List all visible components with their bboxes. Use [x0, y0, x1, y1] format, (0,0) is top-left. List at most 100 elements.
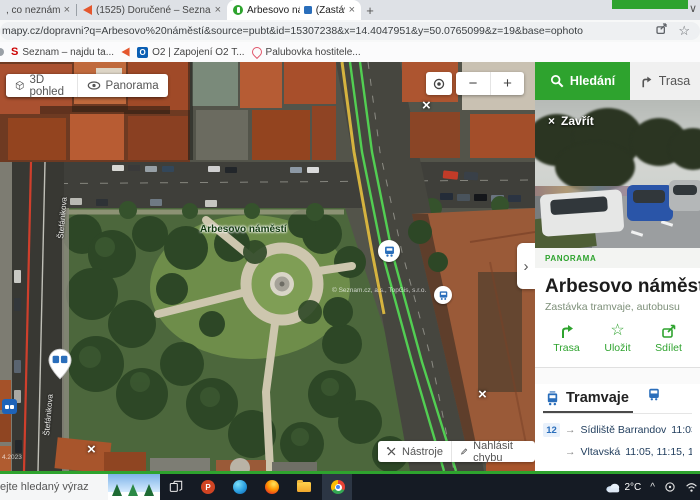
share-action-button[interactable]: Sdílet — [643, 323, 694, 354]
detail-sidebar: Hledání Trasa × Zavřít — [535, 62, 700, 471]
route-icon — [559, 323, 575, 339]
save-action-button[interactable]: ☆ Uložit — [592, 323, 643, 354]
share-icon[interactable] — [655, 22, 668, 40]
tab-2[interactable]: (1525) Doručené – Seznam Email × — [77, 0, 227, 20]
weather-temp: 2°C — [625, 482, 642, 493]
address-pill[interactable]: mapy.cz/dopravni?q=Arbesovo%20náměstí&so… — [0, 22, 700, 40]
browser-tabstrip: , co neznám × (1525) Doručené – Seznam E… — [0, 0, 700, 20]
route-tab-label: Trasa — [659, 74, 691, 88]
share-action-label: Sdílet — [655, 342, 682, 354]
tab-tramvaje[interactable]: Tramvaje — [543, 390, 633, 413]
tab-1-title: , co neznám — [6, 5, 60, 16]
screen: , co neznám × (1525) Doručené – Seznam E… — [0, 0, 700, 500]
tab-tramvaje-label: Tramvaje — [566, 390, 629, 406]
road-closure-icon: × — [422, 98, 431, 113]
action-buttons: Trasa ☆ Uložit Sdílet — [535, 313, 700, 354]
departure-times: 11:05, 11:15, 11:25 — [625, 446, 692, 458]
share-icon — [661, 323, 677, 339]
transit-section: Tramvaje 12 → Sídliště Barrandov 11:03, … — [535, 384, 700, 458]
window-accent-patch — [612, 0, 688, 9]
tram-stop-marker[interactable] — [378, 240, 400, 262]
departure-row[interactable]: → Vltavská 11:05, 11:15, 11:25 — [543, 446, 692, 458]
network-icon[interactable] — [685, 481, 698, 493]
mapy-favicon — [233, 5, 243, 15]
tab-list-chevron-icon[interactable]: ∨ — [689, 2, 697, 15]
route-tab-button[interactable]: Trasa — [630, 62, 700, 100]
selected-stop-pin[interactable] — [48, 348, 72, 380]
tray-expand-icon[interactable]: ^ — [650, 482, 655, 493]
map-tools-pill: Nástroje Nahlásit chybu — [378, 441, 535, 462]
tab-2-close-icon[interactable]: × — [215, 4, 221, 16]
aerial-imagery — [0, 62, 535, 471]
taskbar-search-box[interactable]: ejte hledaný výraz — [0, 474, 160, 500]
zoom-out-button[interactable]: − — [456, 72, 490, 95]
seznam-email-favicon — [83, 5, 92, 15]
bookmark-o2-label: O2 | Zapojení O2 T... — [152, 47, 244, 58]
edge-icon[interactable] — [232, 479, 248, 495]
powerpoint-icon[interactable]: P — [200, 479, 216, 495]
windows-taskbar: ejte hledaný výraz P 2°C — [0, 474, 700, 500]
place-title: Arbesovo náměstí — [535, 268, 700, 298]
tab-3-title-suffix: (Zastávka — [316, 5, 345, 16]
tray-app-icon[interactable] — [664, 481, 676, 493]
cloud-icon — [605, 482, 621, 493]
new-tab-button[interactable]: + — [361, 1, 379, 19]
search-tab-button[interactable]: Hledání — [535, 62, 630, 100]
bookmark-seznam-label: Seznam – najdu ta... — [22, 47, 114, 58]
transit-interchange-icon[interactable] — [2, 399, 17, 414]
zoom-in-button[interactable]: + — [490, 72, 524, 95]
panorama-preview[interactable]: × Zavřít — [535, 100, 700, 248]
tab-autobusy[interactable] — [647, 387, 661, 413]
bookmark-star-icon[interactable]: ☆ — [678, 23, 690, 39]
place-subtitle: Zastávka tramvaje, autobusu — [535, 298, 700, 313]
firefox-icon[interactable] — [264, 479, 280, 495]
sidebar-header: Hledání Trasa — [535, 62, 700, 100]
search-tab-label: Hledání — [570, 74, 615, 88]
bookmark-palubovka[interactable]: Palubovka hostitele... — [252, 47, 361, 58]
view-3d-label: 3D pohled — [29, 74, 67, 98]
system-tray: 2°C ^ — [605, 474, 700, 500]
transit-tabs: Tramvaje — [543, 384, 692, 414]
tab-1-close-icon[interactable]: × — [64, 4, 70, 16]
url-text[interactable]: mapy.cz/dopravni?q=Arbesovo%20náměstí&so… — [0, 25, 655, 37]
report-error-button[interactable]: Nahlásit chybu — [451, 441, 535, 462]
bookmark-o2[interactable]: O O2 | Zapojení O2 T... — [137, 47, 244, 58]
panorama-section-label: PANORAMA — [545, 254, 596, 263]
destination: Vltavská — [581, 446, 621, 458]
tab-3-close-icon[interactable]: × — [349, 4, 355, 16]
road-closure-icon: × — [478, 387, 487, 402]
close-panorama-label: Zavřít — [561, 114, 594, 128]
close-icon: × — [548, 114, 555, 128]
bookmark-seznam[interactable]: S Seznam – najdu ta... — [11, 46, 114, 58]
line-number-badge: 12 — [543, 423, 560, 437]
winter-theme-graphic — [108, 474, 160, 500]
palubovka-icon — [249, 45, 263, 59]
bookmark-palubovka-label: Palubovka hostitele... — [266, 47, 361, 58]
bus-stop-marker[interactable] — [434, 286, 452, 304]
gray-car — [669, 180, 700, 211]
star-icon: ☆ — [610, 323, 624, 339]
tab-1[interactable]: , co neznám × — [0, 0, 76, 20]
bookmark-partial-icon[interactable] — [0, 48, 4, 56]
route-action-button[interactable]: Trasa — [541, 323, 592, 354]
panel-expand-chevron-icon[interactable]: › — [517, 243, 535, 289]
seznam-email-icon[interactable] — [122, 48, 130, 57]
close-panorama-button[interactable]: × Zavřít — [548, 114, 594, 128]
map-attribution: © Seznam.cz, a.s., TopGis, s.r.o. — [332, 287, 426, 294]
weather-widget[interactable]: 2°C — [605, 482, 642, 493]
aerial-map[interactable]: Arbesovo náměstí Štefánikova Štefánikova… — [0, 62, 535, 471]
view-3d-button[interactable]: 3D pohled — [6, 74, 77, 97]
locate-button[interactable] — [426, 72, 452, 95]
bus-icon — [647, 387, 661, 401]
panorama-button[interactable]: Panorama — [77, 74, 168, 97]
chrome-icon[interactable] — [330, 479, 346, 495]
tab-3-active[interactable]: Arbesovo náměstí (Zastávka × — [227, 0, 361, 20]
departure-row[interactable]: 12 → Sídliště Barrandov 11:03, 11:1 — [543, 423, 692, 437]
task-view-icon[interactable] — [168, 479, 184, 495]
panorama-label: Panorama — [106, 80, 159, 92]
seznam-icon: S — [11, 46, 18, 58]
o2-icon: O — [137, 47, 148, 58]
tools-label: Nástroje — [402, 446, 443, 458]
tools-button[interactable]: Nástroje — [378, 441, 451, 462]
file-explorer-icon[interactable] — [296, 479, 312, 495]
